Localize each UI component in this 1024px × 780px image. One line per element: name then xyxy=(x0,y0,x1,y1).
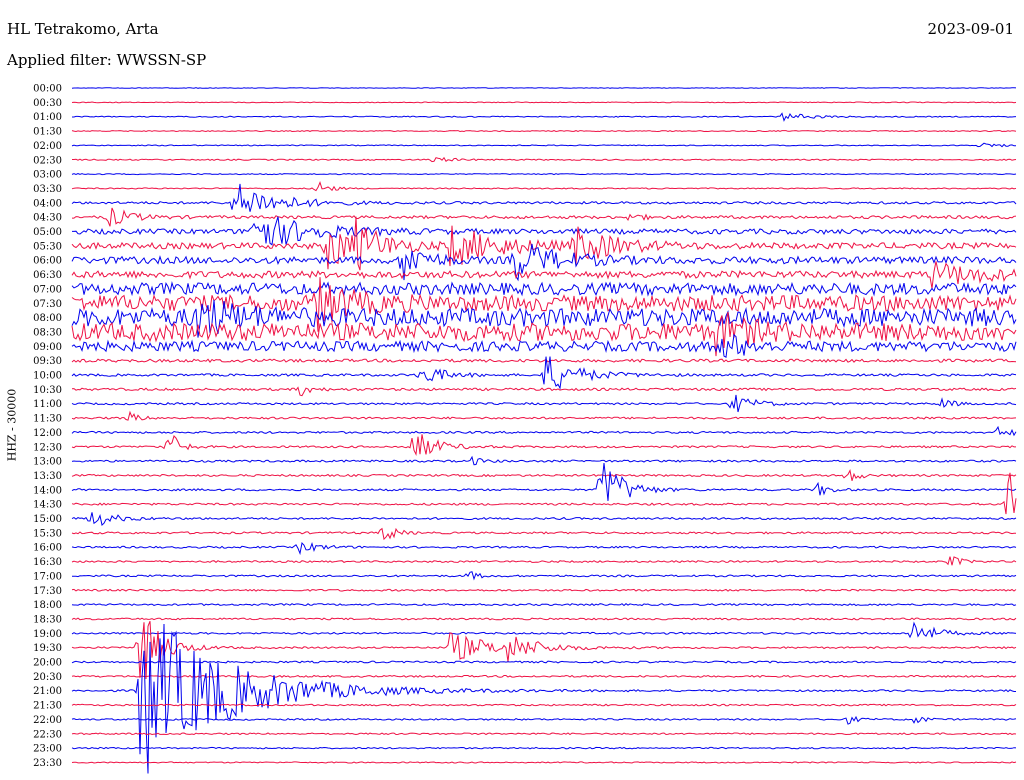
trace-08:30 xyxy=(71,312,1017,357)
time-label: 22:00 xyxy=(33,715,62,726)
time-label: 07:00 xyxy=(33,284,62,295)
trace-10:30 xyxy=(71,386,1017,397)
trace-23:30 xyxy=(71,761,1017,764)
helicorder-plot: 00:00 00:30 01:00 01:30 02:00 02:30 03:00 03:30… xyxy=(33,84,1017,774)
time-label: 21:30 xyxy=(33,701,62,712)
trace-00:00 xyxy=(71,87,1017,89)
trace-09:30 xyxy=(71,358,1017,363)
time-label: 06:00 xyxy=(33,256,62,267)
trace-14:00 xyxy=(71,462,1017,501)
time-label: 03:30 xyxy=(33,184,62,195)
trace-03:30 xyxy=(71,181,1017,192)
time-label: 09:30 xyxy=(33,356,62,367)
trace-12:00 xyxy=(71,425,1017,437)
time-label: 16:00 xyxy=(33,543,62,554)
time-label: 19:00 xyxy=(33,629,62,640)
seismic-traces xyxy=(71,87,1017,774)
time-label: 23:00 xyxy=(33,744,62,755)
trace-02:30 xyxy=(72,156,1017,163)
time-label: 07:30 xyxy=(33,299,62,310)
trace-22:00 xyxy=(71,715,1017,725)
time-label: 20:00 xyxy=(33,658,62,669)
trace-16:00 xyxy=(71,541,1017,556)
time-label: 18:00 xyxy=(33,600,62,611)
time-label: 19:30 xyxy=(33,643,62,654)
trace-02:00 xyxy=(71,142,1016,148)
time-label: 04:30 xyxy=(33,213,62,224)
row-time-labels: 00:00 00:30 01:00 01:30 02:00 02:30 03:00 03:30… xyxy=(33,84,62,769)
trace-20:00 xyxy=(71,660,1017,664)
time-label: 14:00 xyxy=(33,485,62,496)
trace-21:00 xyxy=(71,623,1016,774)
trace-00:30 xyxy=(71,101,1017,104)
time-label: 22:30 xyxy=(33,729,62,740)
trace-22:30 xyxy=(71,732,1017,736)
trace-18:00 xyxy=(71,603,1017,607)
time-label: 03:00 xyxy=(33,170,62,181)
time-label: 13:30 xyxy=(33,471,62,482)
time-label: 15:30 xyxy=(33,528,62,539)
time-label: 10:30 xyxy=(33,385,62,396)
trace-03:00 xyxy=(71,173,1017,176)
time-label: 18:30 xyxy=(33,614,62,625)
time-label: 14:30 xyxy=(33,500,62,511)
trace-13:30 xyxy=(71,468,1017,481)
trace-05:00 xyxy=(72,216,1017,246)
trace-17:30 xyxy=(71,588,1017,592)
time-label: 09:00 xyxy=(33,342,62,353)
time-label: 05:30 xyxy=(33,241,62,252)
time-label: 00:00 xyxy=(33,84,62,95)
trace-11:00 xyxy=(71,394,1017,413)
time-label: 01:00 xyxy=(33,112,62,123)
time-label: 02:30 xyxy=(33,155,62,166)
time-label: 23:30 xyxy=(33,758,62,769)
trace-18:30 xyxy=(71,617,1017,621)
trace-11:30 xyxy=(71,410,1017,422)
time-label: 10:00 xyxy=(33,371,62,382)
trace-09:00 xyxy=(71,333,1017,358)
time-label: 12:30 xyxy=(33,442,62,453)
trace-15:30 xyxy=(71,527,1017,541)
trace-19:30 xyxy=(71,621,1017,680)
trace-17:00 xyxy=(72,571,1017,581)
trace-01:30 xyxy=(71,130,1017,133)
trace-21:30 xyxy=(71,703,1017,707)
trace-14:30 xyxy=(71,472,1017,515)
time-label: 01:30 xyxy=(33,127,62,138)
time-label: 17:00 xyxy=(33,571,62,582)
trace-01:00 xyxy=(72,112,1017,122)
time-label: 08:30 xyxy=(33,327,62,338)
time-label: 04:00 xyxy=(33,198,62,209)
trace-04:30 xyxy=(72,207,1017,227)
time-label: 15:00 xyxy=(33,514,62,525)
time-label: 11:00 xyxy=(33,399,62,410)
time-label: 21:00 xyxy=(33,686,62,697)
trace-13:00 xyxy=(71,455,1017,466)
time-label: 12:00 xyxy=(33,428,62,439)
time-label: 02:00 xyxy=(33,141,62,152)
trace-16:30 xyxy=(71,556,1017,566)
time-label: 16:30 xyxy=(33,557,62,568)
time-label: 06:30 xyxy=(33,270,62,281)
time-label: 08:00 xyxy=(33,313,62,324)
time-label: 11:30 xyxy=(33,414,62,425)
time-label: 13:00 xyxy=(33,457,62,468)
time-label: 05:00 xyxy=(33,227,62,238)
time-label: 20:30 xyxy=(33,672,62,683)
trace-12:30 xyxy=(71,434,1016,457)
time-label: 17:30 xyxy=(33,586,62,597)
trace-20:30 xyxy=(71,674,1017,678)
trace-23:00 xyxy=(71,746,1017,750)
trace-19:00 xyxy=(71,621,1017,639)
time-label: 00:30 xyxy=(33,98,62,109)
trace-15:00 xyxy=(71,512,1017,526)
trace-07:00 xyxy=(71,281,1017,297)
